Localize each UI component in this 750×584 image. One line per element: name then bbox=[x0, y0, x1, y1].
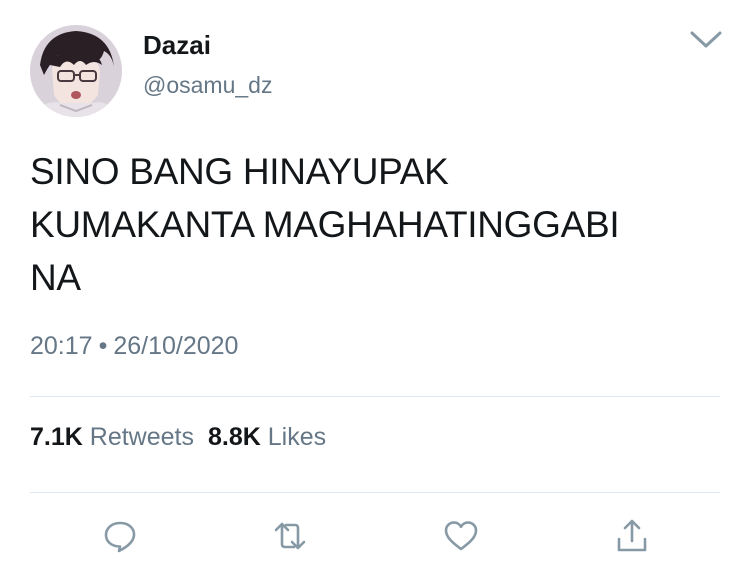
tweet-date: 26/10/2020 bbox=[113, 332, 239, 360]
retweets-count: 7.1K bbox=[30, 423, 83, 451]
avatar[interactable] bbox=[30, 25, 122, 117]
engagement-stats: 7.1K Retweets 8.8K Likes bbox=[30, 423, 326, 452]
heart-icon[interactable] bbox=[443, 518, 479, 554]
user-handle[interactable]: @osamu_dz bbox=[143, 72, 272, 99]
chevron-down-icon[interactable] bbox=[688, 28, 724, 52]
retweets-stat[interactable]: 7.1K Retweets bbox=[30, 423, 194, 451]
share-icon[interactable] bbox=[614, 518, 650, 554]
retweets-label: Retweets bbox=[89, 423, 194, 451]
retweet-icon[interactable] bbox=[272, 518, 308, 554]
divider bbox=[30, 492, 720, 493]
tweet-time: 20:17 bbox=[30, 332, 93, 360]
anime-avatar-icon bbox=[30, 25, 122, 117]
likes-count: 8.8K bbox=[207, 423, 261, 451]
likes-stat[interactable]: 8.8K Likes bbox=[208, 423, 326, 451]
tweet-text: SINO BANG HINAYUPAK KUMAKANTA MAGHAHATIN… bbox=[30, 151, 620, 298]
divider bbox=[30, 396, 720, 397]
timestamp-separator: • bbox=[98, 332, 108, 360]
reply-icon[interactable] bbox=[102, 518, 138, 554]
display-name[interactable]: Dazai bbox=[143, 30, 211, 61]
tweet-timestamp[interactable]: 20:17 • 26/10/2020 bbox=[30, 332, 238, 361]
likes-label: Likes bbox=[267, 423, 327, 451]
